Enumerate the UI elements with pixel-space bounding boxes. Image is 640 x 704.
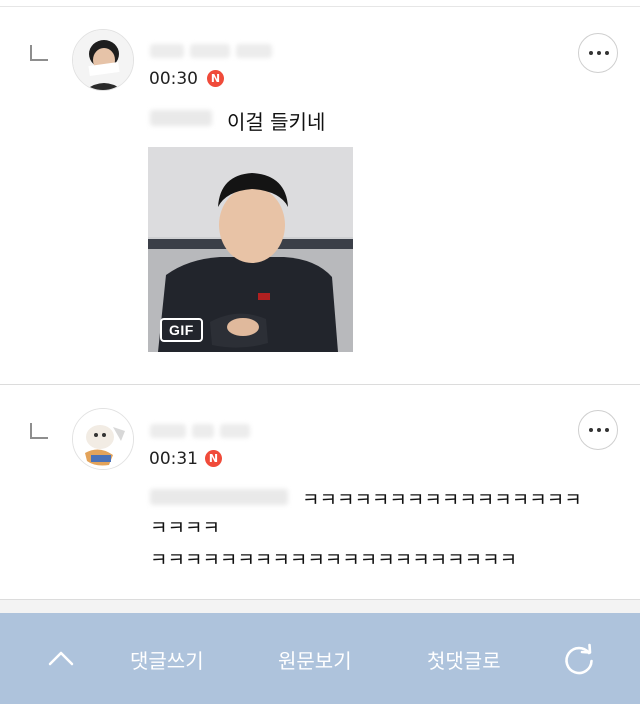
refresh-button[interactable] [561,643,597,679]
comment-text-line: ㅋㅋㅋㅋ [150,517,220,539]
new-badge: N [205,450,222,467]
bottom-toolbar: 댓글쓰기 원문보기 첫댓글로 [0,613,640,704]
gif-label: GIF [160,318,203,342]
nickname[interactable] [150,43,278,63]
comment-text-line: ㅋㅋㅋㅋㅋㅋㅋㅋㅋㅋㅋㅋㅋㅋㅋㅋ [302,489,582,511]
nickname[interactable] [150,423,256,443]
avatar[interactable] [72,408,134,470]
reply-arrow-icon [30,423,48,439]
chevron-up-icon [48,651,74,666]
scroll-up-button[interactable] [48,649,74,667]
reply-arrow-icon [30,45,48,61]
comment-item: 00:30 N 이걸 들키네 GIF [0,7,640,383]
refresh-icon [565,643,593,675]
gif-image[interactable]: GIF [148,147,353,352]
bottom-bar-shadow [0,600,640,613]
more-options-button[interactable] [578,410,618,450]
comment-time: 00:30 [149,69,198,89]
mention-tag[interactable] [150,489,288,505]
more-options-button[interactable] [578,33,618,73]
view-original-button[interactable]: 원문보기 [278,645,352,674]
comment-time: 00:31 [149,449,198,469]
comment-text-line: ㅋㅋㅋㅋㅋㅋㅋㅋㅋㅋㅋㅋㅋㅋㅋㅋㅋㅋㅋㅋㅋ [150,549,518,571]
comment-item: 00:31 N ㅋㅋㅋㅋㅋㅋㅋㅋㅋㅋㅋㅋㅋㅋㅋㅋ ㅋㅋㅋㅋ ㅋㅋㅋㅋㅋㅋㅋㅋㅋㅋ… [0,385,640,599]
new-badge: N [207,70,224,87]
mention-tag[interactable] [150,110,212,126]
avatar[interactable] [72,29,134,91]
first-comment-button[interactable]: 첫댓글로 [427,645,501,674]
write-comment-button[interactable]: 댓글쓰기 [130,645,204,674]
comment-text: 이걸 들키네 [227,110,326,134]
